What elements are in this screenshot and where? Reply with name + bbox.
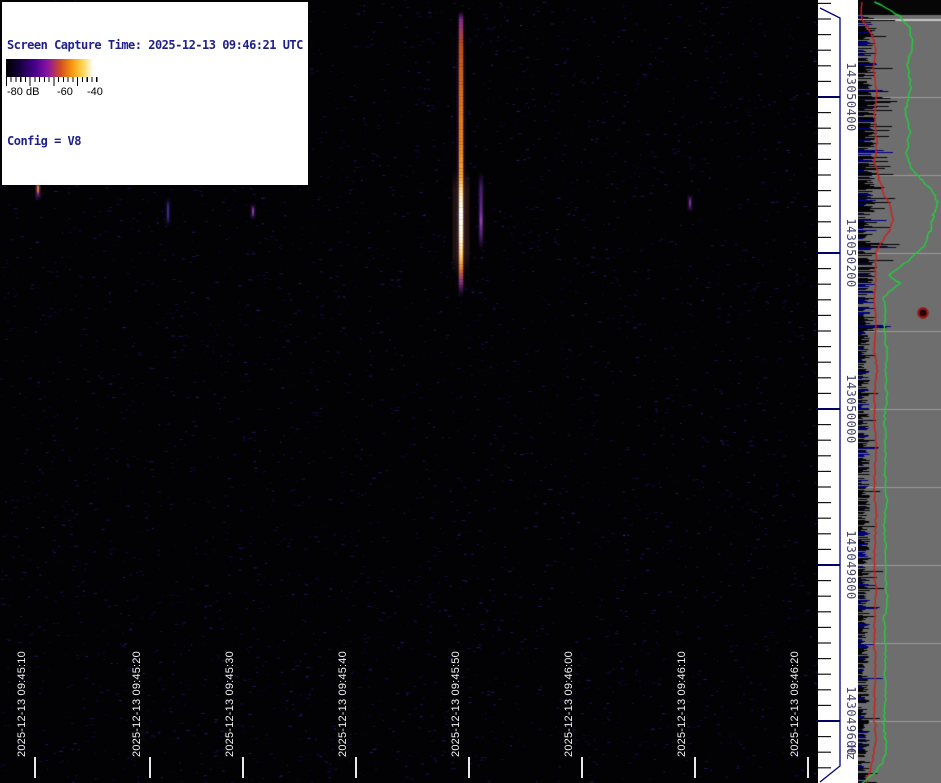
spectrum-lab-screen-capture: Screen Capture Time: 2025-12-13 09:46:21…: [0, 0, 941, 783]
time-tick-5: [581, 757, 583, 778]
scale-label-60db: -60: [57, 86, 73, 98]
freq-label-0: 143050400: [844, 62, 858, 132]
time-tick-0: [34, 757, 36, 778]
time-label-2: 2025-12-13 09:45:30: [224, 651, 236, 757]
time-tick-4: [468, 757, 470, 778]
time-tick-3: [355, 757, 357, 778]
capture-time-text: Screen Capture Time: 2025-12-13 09:46:21…: [7, 37, 303, 53]
time-label-7: 2025-12-13 09:46:20: [789, 651, 801, 757]
spectrum-graph-panel: [858, 0, 941, 783]
time-label-0: 2025-12-13 09:45:10: [16, 651, 28, 757]
time-tick-7: [807, 757, 809, 778]
color-gradient-bar: [6, 59, 101, 77]
freq-label-3: 143049800: [844, 530, 858, 600]
freq-label-1: 143050200: [844, 218, 858, 288]
amplitude-color-scale: -80 dB -60 -40: [3, 56, 108, 100]
time-tick-2: [242, 757, 244, 778]
time-label-5: 2025-12-13 09:46:00: [563, 651, 575, 757]
time-label-3: 2025-12-13 09:45:40: [337, 651, 349, 757]
config-text: Config = V8: [7, 133, 303, 149]
time-tick-6: [694, 757, 696, 778]
time-label-6: 2025-12-13 09:46:10: [676, 651, 688, 757]
time-label-4: 2025-12-13 09:45:50: [450, 651, 462, 757]
scale-label-40db: -40: [87, 86, 103, 98]
frequency-axis: 1430504001430502001430500001430498001430…: [818, 0, 858, 783]
freq-label-2: 143050000: [844, 374, 858, 444]
time-tick-1: [149, 757, 151, 778]
scale-label-80db: -80 dB: [7, 86, 39, 98]
time-label-1: 2025-12-13 09:45:20: [131, 651, 143, 757]
freq-unit-label: Hz: [844, 745, 858, 760]
